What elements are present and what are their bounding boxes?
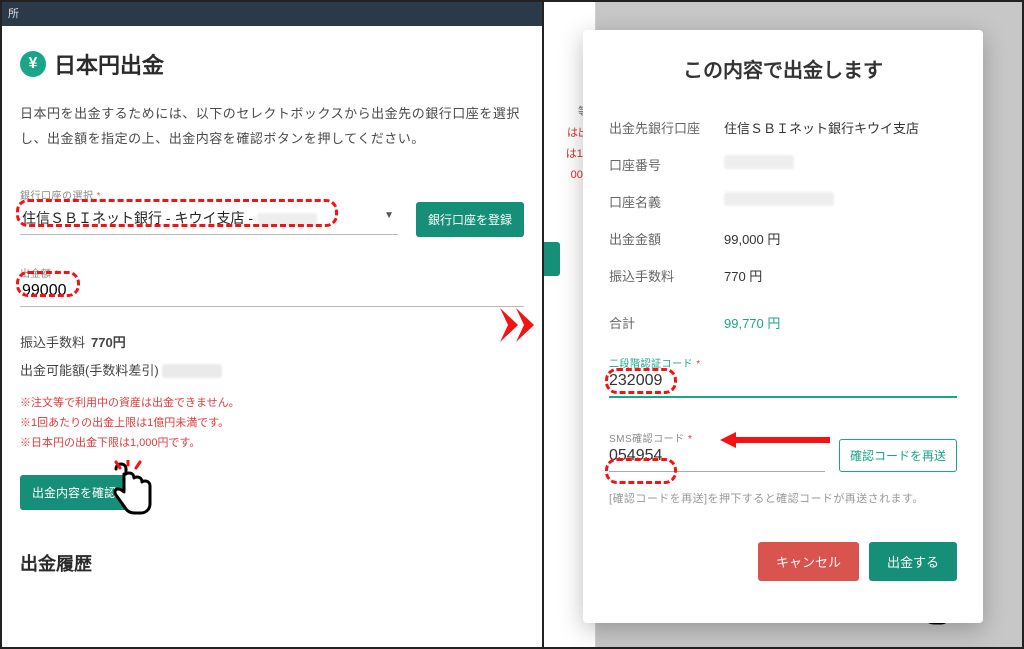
page-title: ¥ 日本円出金 <box>20 48 524 80</box>
confirm-withdraw-modal: この内容で出金します 出金先銀行口座住信ＳＢＩネット銀行キウイ支店 口座番号 口… <box>583 30 983 623</box>
obscured-button-chip <box>544 242 560 276</box>
submit-withdraw-button[interactable]: 出金する <box>869 542 957 581</box>
cancel-button[interactable]: キャンセル <box>758 542 859 581</box>
resend-code-button[interactable]: 確認コードを再送 <box>839 439 957 472</box>
sms-input[interactable] <box>609 445 825 472</box>
tfa-field: 二段階認証コード * <box>609 355 957 398</box>
amount-label: 出金額 * <box>20 265 524 280</box>
hand-pointer-icon <box>106 460 154 516</box>
row-amount: 出金金額99,000 円 <box>609 220 957 257</box>
arrow-left-icon <box>720 432 830 448</box>
app-top-bar: 所 <box>2 2 542 26</box>
modal-title: この内容で出金します <box>609 54 957 83</box>
register-bank-button[interactable]: 銀行口座を登録 <box>416 202 524 237</box>
withdraw-page: 所 ¥ 日本円出金 日本円を出金するためには、以下のセレクトボックスから出金先の… <box>2 2 544 647</box>
bank-select[interactable]: 住信ＳＢＩネット銀行 - キウイ支店 - ▼ <box>20 204 398 235</box>
double-arrow-icon <box>498 304 540 346</box>
masked-account <box>257 213 317 227</box>
page-title-text: 日本円出金 <box>54 48 164 80</box>
masked-name <box>724 192 834 206</box>
history-heading: 出金履歴 <box>20 550 524 576</box>
page-description: 日本円を出金するためには、以下のセレクトボックスから出金先の銀行口座を選択し、出… <box>20 102 524 151</box>
fee-info: 振込手数料770円 出金可能額(手数料差引) <box>20 329 524 384</box>
tfa-input[interactable] <box>609 370 957 398</box>
bank-select-label: 銀行口座の選択 * <box>20 187 524 202</box>
row-fee: 振込手数料770 円 <box>609 257 957 294</box>
amount-input[interactable] <box>20 280 524 307</box>
chevron-down-icon: ▼ <box>384 210 394 221</box>
row-bank: 出金先銀行口座住信ＳＢＩネット銀行キウイ支店 <box>609 109 957 146</box>
row-total: 合計99,770 円 <box>609 304 957 341</box>
confirm-modal-backdrop: 等 は出 は10 000 この内容で出金します 出金先銀行口座住信ＳＢＩネット銀… <box>544 2 1022 647</box>
masked-acct <box>724 155 794 169</box>
row-account-number: 口座番号 <box>609 146 957 183</box>
resend-hint: [確認コードを再送]を押下すると確認コードが再送されます。 <box>609 490 957 506</box>
row-account-name: 口座名義 <box>609 183 957 220</box>
yen-icon: ¥ <box>20 51 46 77</box>
masked-available <box>162 364 222 378</box>
withdraw-notes: ※注文等で利用中の資産は出金できません。 ※1回あたりの出金上限は1億円未満です… <box>20 394 524 453</box>
